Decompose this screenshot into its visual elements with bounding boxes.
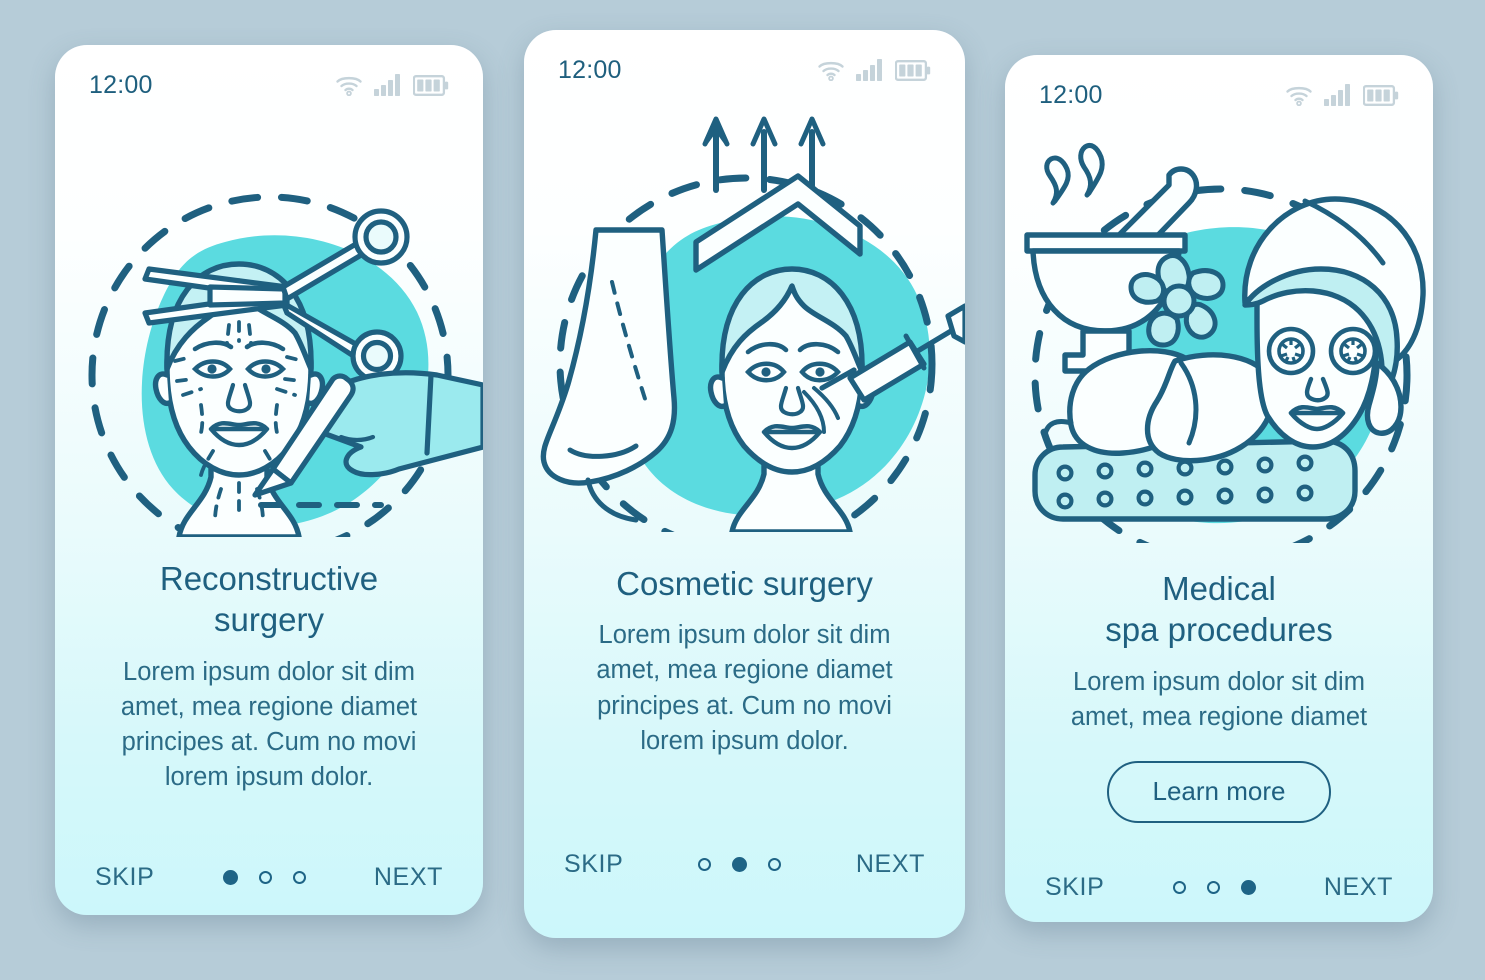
skip-button[interactable]: SKIP	[95, 863, 154, 892]
screen-3-text-block: Medical spa procedures Lorem ipsum dolor…	[1005, 568, 1433, 823]
screen-2-text-block: Cosmetic surgery Lorem ipsum dolor sit d…	[524, 563, 965, 759]
status-icon-group	[335, 74, 449, 96]
wifi-icon	[335, 74, 363, 96]
pagination-dot-2[interactable]	[1206, 881, 1220, 894]
onboarding-screen-3: 12:00 Medical spa procedures Lorem ipsum…	[1005, 55, 1433, 922]
page-description: Lorem ipsum dolor sit dim amet, mea regi…	[1070, 667, 1368, 731]
status-icon-group	[817, 59, 931, 81]
onboarding-screen-1: 12:00 Reconstructive surgery Lorem ipsum…	[55, 45, 483, 915]
next-button[interactable]: NEXT	[374, 863, 443, 892]
status-clock: 12:00	[89, 70, 153, 99]
pagination-dot-3[interactable]	[768, 858, 782, 871]
screen-1-footer-nav: SKIP NEXT	[55, 863, 483, 892]
status-bar: 12:00	[55, 45, 483, 107]
pagination-dot-3[interactable]	[292, 871, 306, 884]
pagination-dot-3[interactable]	[1240, 880, 1256, 895]
battery-icon	[895, 60, 931, 81]
pagination-dot-2[interactable]	[258, 871, 272, 884]
skip-button[interactable]: SKIP	[1045, 873, 1104, 902]
page-title: Medical spa procedures	[1105, 570, 1333, 649]
signal-icon	[856, 59, 884, 81]
battery-icon	[1363, 85, 1399, 106]
wifi-icon	[817, 59, 845, 81]
screen-2-footer-nav: SKIP NEXT	[524, 850, 965, 879]
status-clock: 12:00	[558, 55, 622, 84]
reconstructive-surgery-illustration	[55, 117, 483, 537]
status-bar: 12:00	[524, 30, 965, 92]
pagination-dots	[698, 857, 782, 872]
cosmetic-surgery-illustration	[524, 102, 965, 532]
skip-button[interactable]: SKIP	[564, 850, 623, 879]
status-icon-group	[1285, 84, 1399, 106]
next-button[interactable]: NEXT	[1324, 873, 1393, 902]
signal-icon	[374, 74, 402, 96]
wifi-icon	[1285, 84, 1313, 106]
pagination-dot-1[interactable]	[222, 870, 238, 885]
next-button[interactable]: NEXT	[856, 850, 925, 879]
pagination-dot-2[interactable]	[732, 857, 748, 872]
onboarding-screen-2: 12:00 Cosmetic surgery Lorem ipsum dolor…	[524, 30, 965, 938]
pagination-dots	[1172, 880, 1256, 895]
screen-1-text-block: Reconstructive surgery Lorem ipsum dolor…	[55, 558, 483, 795]
pagination-dot-1[interactable]	[698, 858, 712, 871]
learn-more-button[interactable]: Learn more	[1106, 760, 1332, 823]
page-description: Lorem ipsum dolor sit dim amet, mea regi…	[120, 657, 418, 792]
cta-container: Learn more	[1031, 760, 1407, 823]
page-title: Cosmetic surgery	[616, 565, 873, 602]
status-clock: 12:00	[1039, 80, 1103, 109]
screen-3-footer-nav: SKIP NEXT	[1005, 873, 1433, 902]
status-bar: 12:00	[1005, 55, 1433, 117]
medical-spa-illustration	[1005, 123, 1433, 543]
signal-icon	[1324, 84, 1352, 106]
page-description: Lorem ipsum dolor sit dim amet, mea regi…	[596, 621, 893, 755]
pagination-dot-1[interactable]	[1172, 881, 1186, 894]
battery-icon	[413, 75, 449, 96]
pagination-dots	[222, 870, 306, 885]
page-title: Reconstructive surgery	[159, 560, 379, 639]
